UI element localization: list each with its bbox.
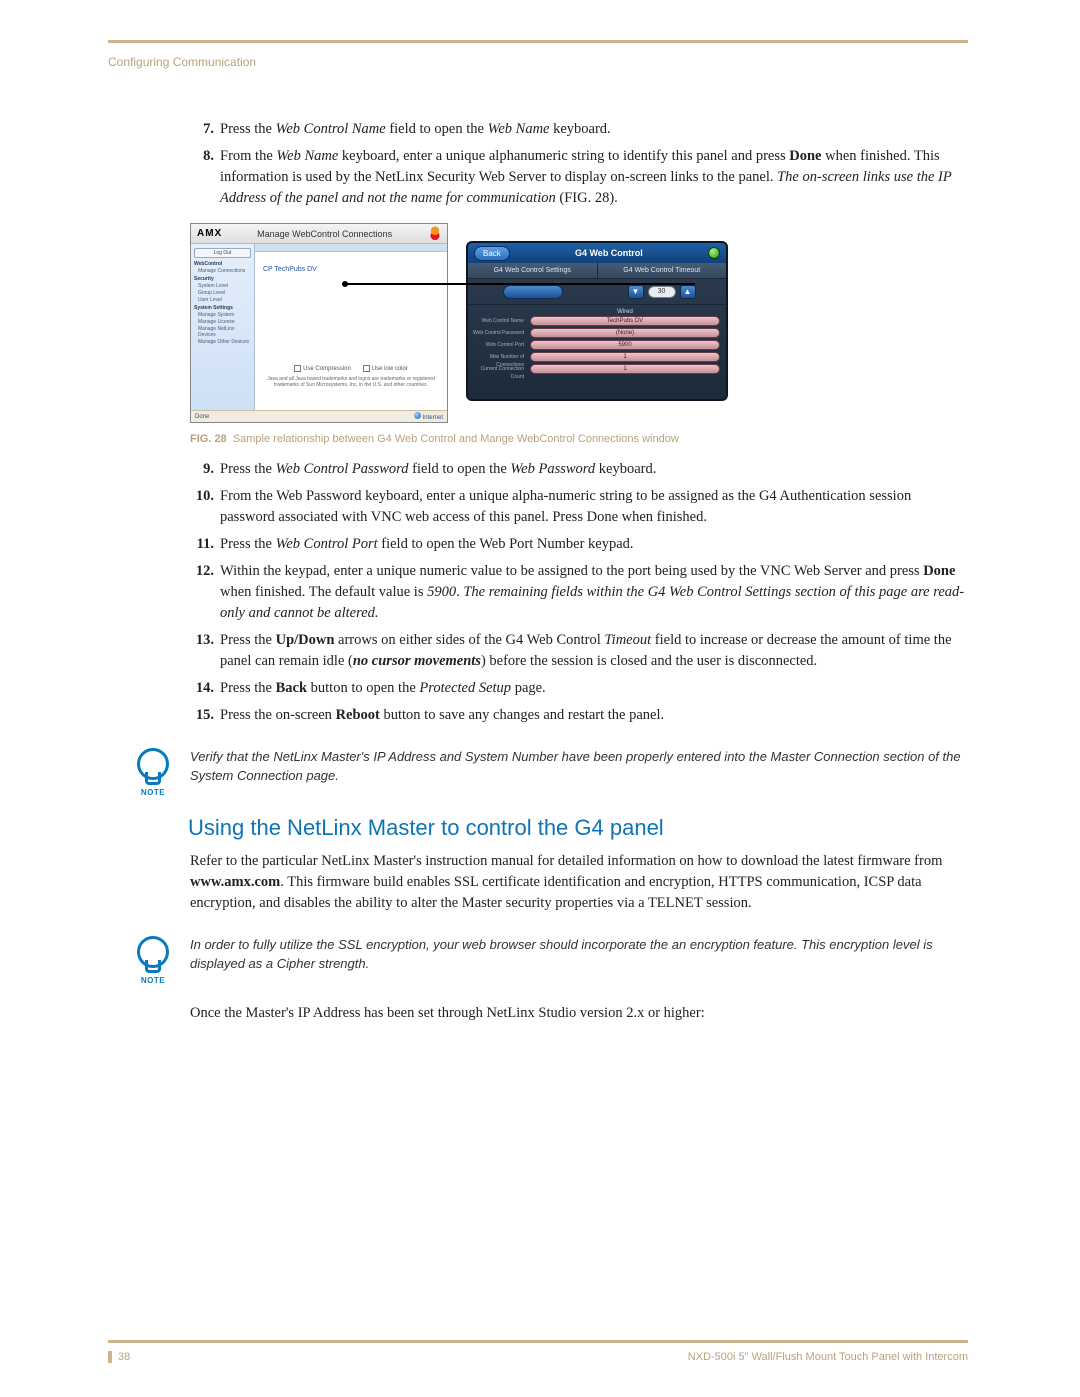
- page-number: 38: [108, 1351, 130, 1363]
- use-compression-checkbox[interactable]: Use Compression: [294, 365, 351, 372]
- timeout-down-button[interactable]: ▼: [628, 285, 644, 299]
- status-bar: Done Internet: [191, 410, 447, 422]
- webcontrol-window: AMX Manage WebControl Connections Log Ou…: [190, 223, 448, 423]
- sidebar-group-head: System Settings: [194, 305, 251, 311]
- sidebar-nav: Log Out WebControlManage Connections Secu…: [191, 244, 255, 412]
- g4-field-value: 1: [530, 352, 720, 362]
- ordered-steps-b: 9.Press the Web Control Password field t…: [190, 459, 968, 726]
- sidebar-item[interactable]: User Level: [194, 297, 251, 303]
- g4-field-label: Web Control Port: [470, 341, 526, 353]
- panel-link[interactable]: CP TechPubs DV: [263, 266, 317, 273]
- java-icon: [427, 226, 443, 242]
- g4-field-label: Current Connection Count: [470, 365, 526, 377]
- page-footer: 38 NXD-500i 5" Wall/Flush Mount Touch Pa…: [108, 1340, 968, 1363]
- settings-header: G4 Web Control Settings: [468, 263, 598, 278]
- status-dot-icon: [708, 247, 720, 259]
- sidebar-group-head: Security: [194, 276, 251, 282]
- enable-toggle[interactable]: [503, 285, 563, 299]
- page-content: Configuring Communication 7.Press the We…: [108, 40, 968, 1030]
- sidebar-item[interactable]: System Level: [194, 283, 251, 289]
- sidebar-item[interactable]: Manage System: [194, 312, 251, 318]
- connector-line: [345, 283, 695, 285]
- window-main-area: CP TechPubs DV Use Compression Use low c…: [255, 244, 447, 412]
- sidebar-item[interactable]: Manage Connections: [194, 268, 251, 274]
- sidebar-item[interactable]: Manage Other Devices: [194, 339, 251, 345]
- java-fineprint: Java and all Java based trademarks and l…: [255, 376, 447, 388]
- status-internet: Internet: [423, 415, 443, 421]
- step-item: 13.Press the Up/Down arrows on either si…: [190, 630, 968, 672]
- product-name: NXD-500i 5" Wall/Flush Mount Touch Panel…: [688, 1351, 968, 1363]
- step-item: 7.Press the Web Control Name field to op…: [190, 119, 968, 140]
- step-item: 8.From the Web Name keyboard, enter a un…: [190, 146, 968, 209]
- logout-button[interactable]: Log Out: [194, 248, 251, 258]
- globe-icon: [414, 412, 421, 419]
- figure-28: AMX Manage WebControl Connections Log Ou…: [190, 223, 968, 423]
- note-bulb-icon: [137, 936, 169, 968]
- sidebar-item[interactable]: Manage NetLinx Devices: [194, 326, 251, 338]
- amx-logo: AMX: [197, 228, 222, 239]
- timeout-value: 30: [648, 286, 676, 298]
- note-block-2: NOTE In order to fully utilize the SSL e…: [134, 936, 968, 985]
- status-done: Done: [195, 414, 209, 420]
- g4-field-value[interactable]: TechPubs DV: [530, 316, 720, 326]
- note-text-2: In order to fully utilize the SSL encryp…: [190, 936, 968, 974]
- main-content: 7.Press the Web Control Name field to op…: [190, 119, 968, 1024]
- window-title: Manage WebControl Connections: [222, 229, 427, 239]
- window-titlebar: AMX Manage WebControl Connections: [191, 224, 447, 244]
- sidebar-item[interactable]: Manage License: [194, 319, 251, 325]
- back-button[interactable]: Back: [474, 246, 510, 261]
- sidebar-group-head: WebControl: [194, 261, 251, 267]
- step-item: 12.Within the keypad, enter a unique num…: [190, 561, 968, 624]
- figure-caption: FIG. 28 Sample relationship between G4 W…: [190, 433, 968, 445]
- g4-field-label: Web Control Name: [470, 317, 526, 329]
- ordered-steps-a: 7.Press the Web Control Name field to op…: [190, 119, 968, 209]
- g4-field-value[interactable]: (None): [530, 328, 720, 338]
- timeout-header: G4 Web Control Timeout: [598, 263, 727, 278]
- sidebar-item[interactable]: Group Level: [194, 290, 251, 296]
- step-item: 9.Press the Web Control Password field t…: [190, 459, 968, 480]
- header-breadcrumb: Configuring Communication: [108, 55, 968, 69]
- step-item: 15.Press the on-screen Reboot button to …: [190, 705, 968, 726]
- timeout-up-button[interactable]: ▲: [680, 285, 696, 299]
- g4-field-value: 1: [530, 364, 720, 374]
- step-item: 11.Press the Web Control Port field to o…: [190, 534, 968, 555]
- wired-column-head: Wired: [530, 309, 720, 315]
- section-paragraph: Refer to the particular NetLinx Master's…: [190, 851, 968, 914]
- section-heading: Using the NetLinx Master to control the …: [188, 815, 968, 841]
- step-item: 10.From the Web Password keyboard, enter…: [190, 486, 968, 528]
- note-text-1: Verify that the NetLinx Master's IP Addr…: [190, 748, 968, 786]
- g4-webcontrol-panel: Back G4 Web Control G4 Web Control Setti…: [466, 241, 728, 401]
- note-bulb-icon: [137, 748, 169, 780]
- note-block-1: NOTE Verify that the NetLinx Master's IP…: [134, 748, 968, 797]
- closing-paragraph: Once the Master's IP Address has been se…: [190, 1003, 968, 1024]
- g4-field-label: Web Control Password: [470, 329, 526, 341]
- g4-field-value[interactable]: 5900: [530, 340, 720, 350]
- use-low-color-checkbox[interactable]: Use low color: [363, 365, 408, 372]
- g4-field-label: Max Number of Connections: [470, 353, 526, 365]
- g4-title: G4 Web Control: [510, 248, 708, 258]
- step-item: 14.Press the Back button to open the Pro…: [190, 678, 968, 699]
